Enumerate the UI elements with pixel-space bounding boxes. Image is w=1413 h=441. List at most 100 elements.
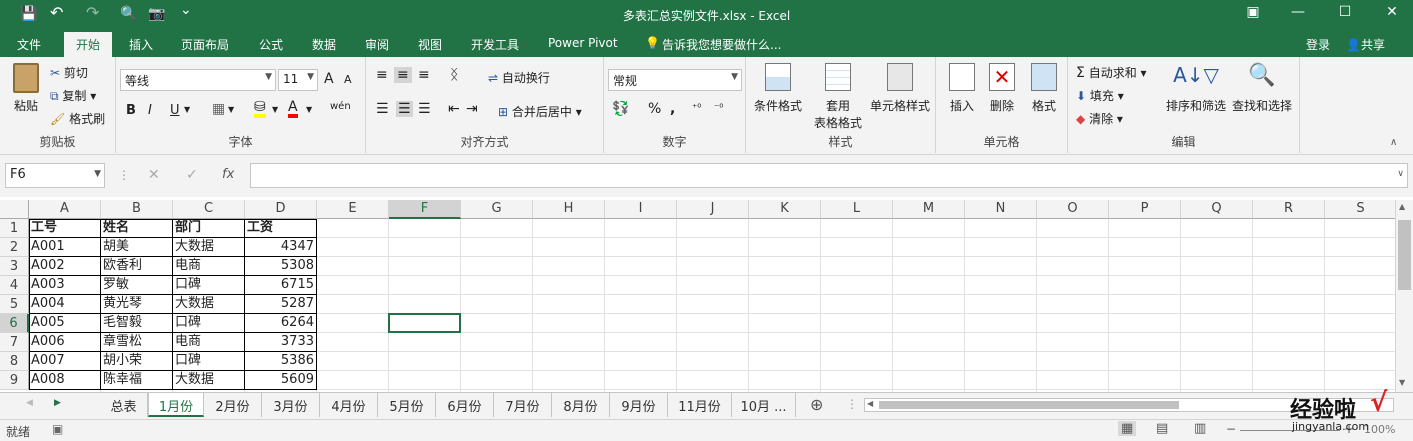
table-cell[interactable]: A001 (29, 238, 100, 257)
sheet-tab[interactable]: 11月份 (668, 393, 732, 417)
sheet-tab[interactable]: 6月份 (436, 393, 494, 417)
horizontal-scrollbar-thumb[interactable] (879, 401, 1179, 409)
row-header-5[interactable]: 5 (0, 295, 29, 314)
scroll-left-icon[interactable]: ◀ (867, 399, 873, 408)
table-cell[interactable]: 口碑 (173, 352, 244, 371)
fill-button[interactable]: ⬇ 填充 ▾ (1076, 87, 1124, 104)
clear-button[interactable]: ◆ 清除 ▾ (1076, 110, 1123, 127)
table-header-cell[interactable]: 工资 (245, 219, 316, 238)
phonetic-guide-icon[interactable]: wén (330, 101, 351, 112)
italic-button[interactable]: I (148, 103, 152, 118)
row-header-9[interactable]: 9 (0, 371, 29, 390)
table-cell[interactable]: A004 (29, 295, 100, 314)
scroll-up-icon[interactable]: ▲ (1399, 202, 1405, 211)
font-size-select[interactable]: 11 ▼ (278, 69, 318, 91)
cancel-formula-icon[interactable]: ✕ (148, 167, 160, 183)
sort-filter-button[interactable]: A↓▽ 排序和筛选 (1164, 63, 1228, 114)
table-cell[interactable]: 毛智毅 (101, 314, 172, 333)
scrollbar-thumb[interactable] (1398, 220, 1411, 290)
table-cell[interactable]: A006 (29, 333, 100, 352)
scroll-down-icon[interactable]: ▼ (1399, 378, 1405, 387)
table-cell[interactable]: 6715 (245, 276, 316, 295)
number-format-select[interactable]: 常规 ▼ (608, 69, 742, 91)
chevron-down-icon[interactable]: ▼ (228, 105, 234, 114)
column-header-e[interactable]: E (317, 200, 389, 219)
table-cell[interactable]: A002 (29, 257, 100, 276)
column-header-g[interactable]: G (461, 200, 533, 219)
close-button[interactable]: ✕ (1380, 4, 1404, 20)
table-header-cell[interactable]: 部门 (173, 219, 244, 238)
ribbon-display-options-icon[interactable]: ▣ (1241, 4, 1265, 20)
tab-insert[interactable]: 插入 (129, 36, 153, 53)
row-header-8[interactable]: 8 (0, 352, 29, 371)
tell-me-search[interactable]: 告诉我您想要做什么... (662, 36, 781, 53)
find-select-button[interactable]: 🔍 查找和选择 (1230, 63, 1294, 114)
borders-icon[interactable]: ▦ (212, 101, 225, 117)
zoom-slider[interactable] (1240, 430, 1340, 431)
column-header-c[interactable]: C (173, 200, 245, 219)
table-cell[interactable]: 欧香利 (101, 257, 172, 276)
tab-developer[interactable]: 开发工具 (471, 36, 519, 53)
decrease-indent-icon[interactable]: ⇤ (448, 101, 460, 117)
table-cell[interactable]: 陈幸福 (101, 371, 172, 390)
tab-data[interactable]: 数据 (312, 36, 336, 53)
column-header-a[interactable]: A (29, 200, 101, 219)
row-header-3[interactable]: 3 (0, 257, 29, 276)
format-as-table-button[interactable]: 套用 表格格式 (810, 63, 866, 131)
align-bottom-icon[interactable]: ≡ (418, 67, 430, 83)
autosum-button[interactable]: Σ 自动求和 ▾ (1076, 64, 1147, 81)
column-header-r[interactable]: R (1253, 200, 1325, 219)
name-box[interactable]: F6 ▼ (5, 163, 105, 188)
zoom-in-icon[interactable]: + (1344, 422, 1354, 436)
zoom-out-icon[interactable]: − (1226, 422, 1236, 436)
row-header-2[interactable]: 2 (0, 238, 29, 257)
format-painter-button[interactable]: 🖌 格式刷 (50, 110, 105, 127)
table-cell[interactable]: A005 (29, 314, 100, 333)
grow-font-button[interactable]: A (324, 71, 334, 87)
comma-style-button[interactable]: , (670, 101, 675, 117)
worksheet-grid[interactable]: ABCDEFGHIJKLMNOPQRS 123456789 工号 姓名 部门 工资 A0… (0, 200, 1397, 392)
table-cell[interactable]: 大数据 (173, 238, 244, 257)
underline-button[interactable]: U (170, 103, 180, 118)
column-header-s[interactable]: S (1325, 200, 1397, 219)
table-cell[interactable]: 3733 (245, 333, 316, 352)
tab-view[interactable]: 视图 (418, 36, 442, 53)
chevron-down-icon[interactable]: ▼ (272, 105, 278, 114)
sheet-tab[interactable]: 8月份 (552, 393, 610, 417)
column-header-o[interactable]: O (1037, 200, 1109, 219)
column-header-j[interactable]: J (677, 200, 749, 219)
table-cell[interactable]: 罗敏 (101, 276, 172, 295)
tab-home[interactable]: 开始 (64, 32, 112, 57)
formula-input[interactable]: ∨ (250, 163, 1408, 188)
row-header-6[interactable]: 6 (0, 314, 29, 333)
vertical-scrollbar[interactable]: ▲ ▼ (1395, 200, 1413, 392)
column-header-m[interactable]: M (893, 200, 965, 219)
table-cell[interactable]: 章雪松 (101, 333, 172, 352)
accounting-format-icon[interactable]: 💱 (612, 101, 629, 117)
paste-button[interactable]: 粘贴 (10, 63, 42, 114)
collapse-ribbon-icon[interactable]: ∧ (1390, 137, 1397, 148)
table-cell[interactable]: 口碑 (173, 276, 244, 295)
table-cell[interactable]: 胡美 (101, 238, 172, 257)
sheet-tab[interactable]: 7月份 (494, 393, 552, 417)
orientation-icon[interactable]: ᛝ (450, 67, 458, 83)
table-cell[interactable]: 电商 (173, 257, 244, 276)
maximize-button[interactable]: ☐ (1333, 4, 1357, 20)
sheet-tab[interactable]: 10月 ... (732, 393, 796, 417)
table-cell[interactable]: 胡小荣 (101, 352, 172, 371)
fill-color-icon[interactable]: ⛁ (254, 100, 266, 118)
column-header-i[interactable]: I (605, 200, 677, 219)
delete-cells-button[interactable]: ✕ 删除 (984, 63, 1020, 114)
scroll-tabs-right-icon[interactable]: ▶ (54, 398, 61, 408)
increase-indent-icon[interactable]: ⇥ (466, 101, 478, 117)
page-layout-view-icon[interactable]: ▤ (1156, 421, 1168, 436)
table-cell[interactable]: 5287 (245, 295, 316, 314)
sheet-tab[interactable]: 3月份 (262, 393, 320, 417)
table-cell[interactable]: 5609 (245, 371, 316, 390)
wrap-text-button[interactable]: ⇌ 自动换行 (488, 69, 550, 86)
tab-review[interactable]: 审阅 (365, 36, 389, 53)
table-cell[interactable]: 5308 (245, 257, 316, 276)
sheet-tab[interactable]: 9月份 (610, 393, 668, 417)
column-header-n[interactable]: N (965, 200, 1037, 219)
column-header-b[interactable]: B (101, 200, 173, 219)
